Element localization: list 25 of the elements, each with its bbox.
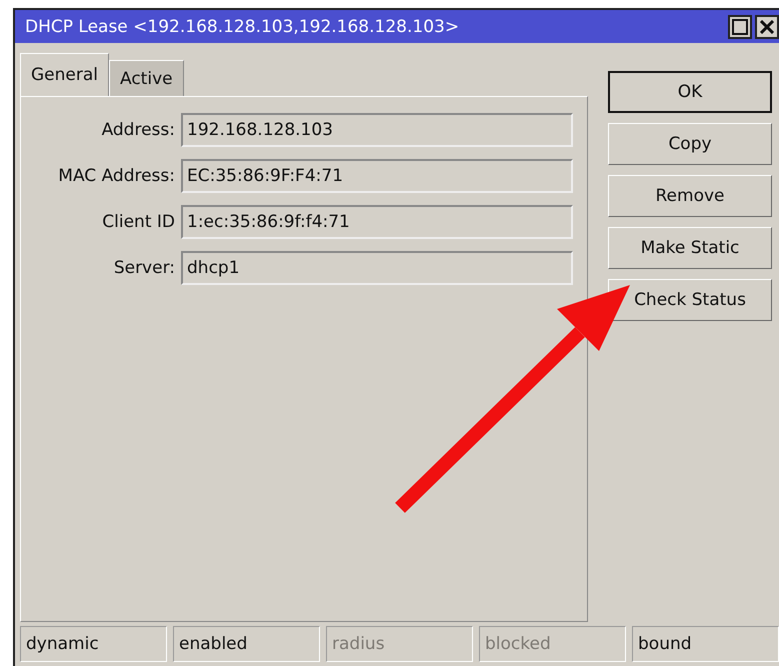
status-cell: enabled <box>173 626 320 662</box>
status-cell: bound <box>632 626 779 662</box>
input-field[interactable]: dhcp1 <box>181 251 573 285</box>
dialog-button[interactable]: OK <box>608 71 772 113</box>
input-field[interactable]: 1:ec:35:86:9f:f4:71 <box>181 205 573 239</box>
dialog-button[interactable]: Copy <box>608 123 772 165</box>
tab[interactable]: General <box>20 53 109 96</box>
field-label: MAC Address: <box>57 166 175 186</box>
field-label: Server: <box>112 258 175 278</box>
field-label: Client ID <box>101 212 175 232</box>
dialog-button[interactable]: Check Status <box>608 279 772 321</box>
tab[interactable]: Active <box>109 60 184 96</box>
field-label: Address: <box>100 120 175 140</box>
status-cell: dynamic <box>20 626 167 662</box>
window-title: DHCP Lease <192.168.128.103,192.168.128.103> <box>25 16 460 36</box>
status-cell: radius <box>326 626 473 662</box>
dialog-button[interactable]: Make Static <box>608 227 772 269</box>
status-cell: blocked <box>479 626 626 662</box>
dialog-button[interactable]: Remove <box>608 175 772 217</box>
maximize-button[interactable] <box>728 14 752 38</box>
maximize-icon <box>732 18 748 34</box>
input-field[interactable]: EC:35:86:9F:F4:71 <box>181 159 573 193</box>
input-field[interactable]: 192.168.128.103 <box>181 113 573 147</box>
close-button[interactable] <box>755 14 779 38</box>
close-icon <box>760 20 774 34</box>
